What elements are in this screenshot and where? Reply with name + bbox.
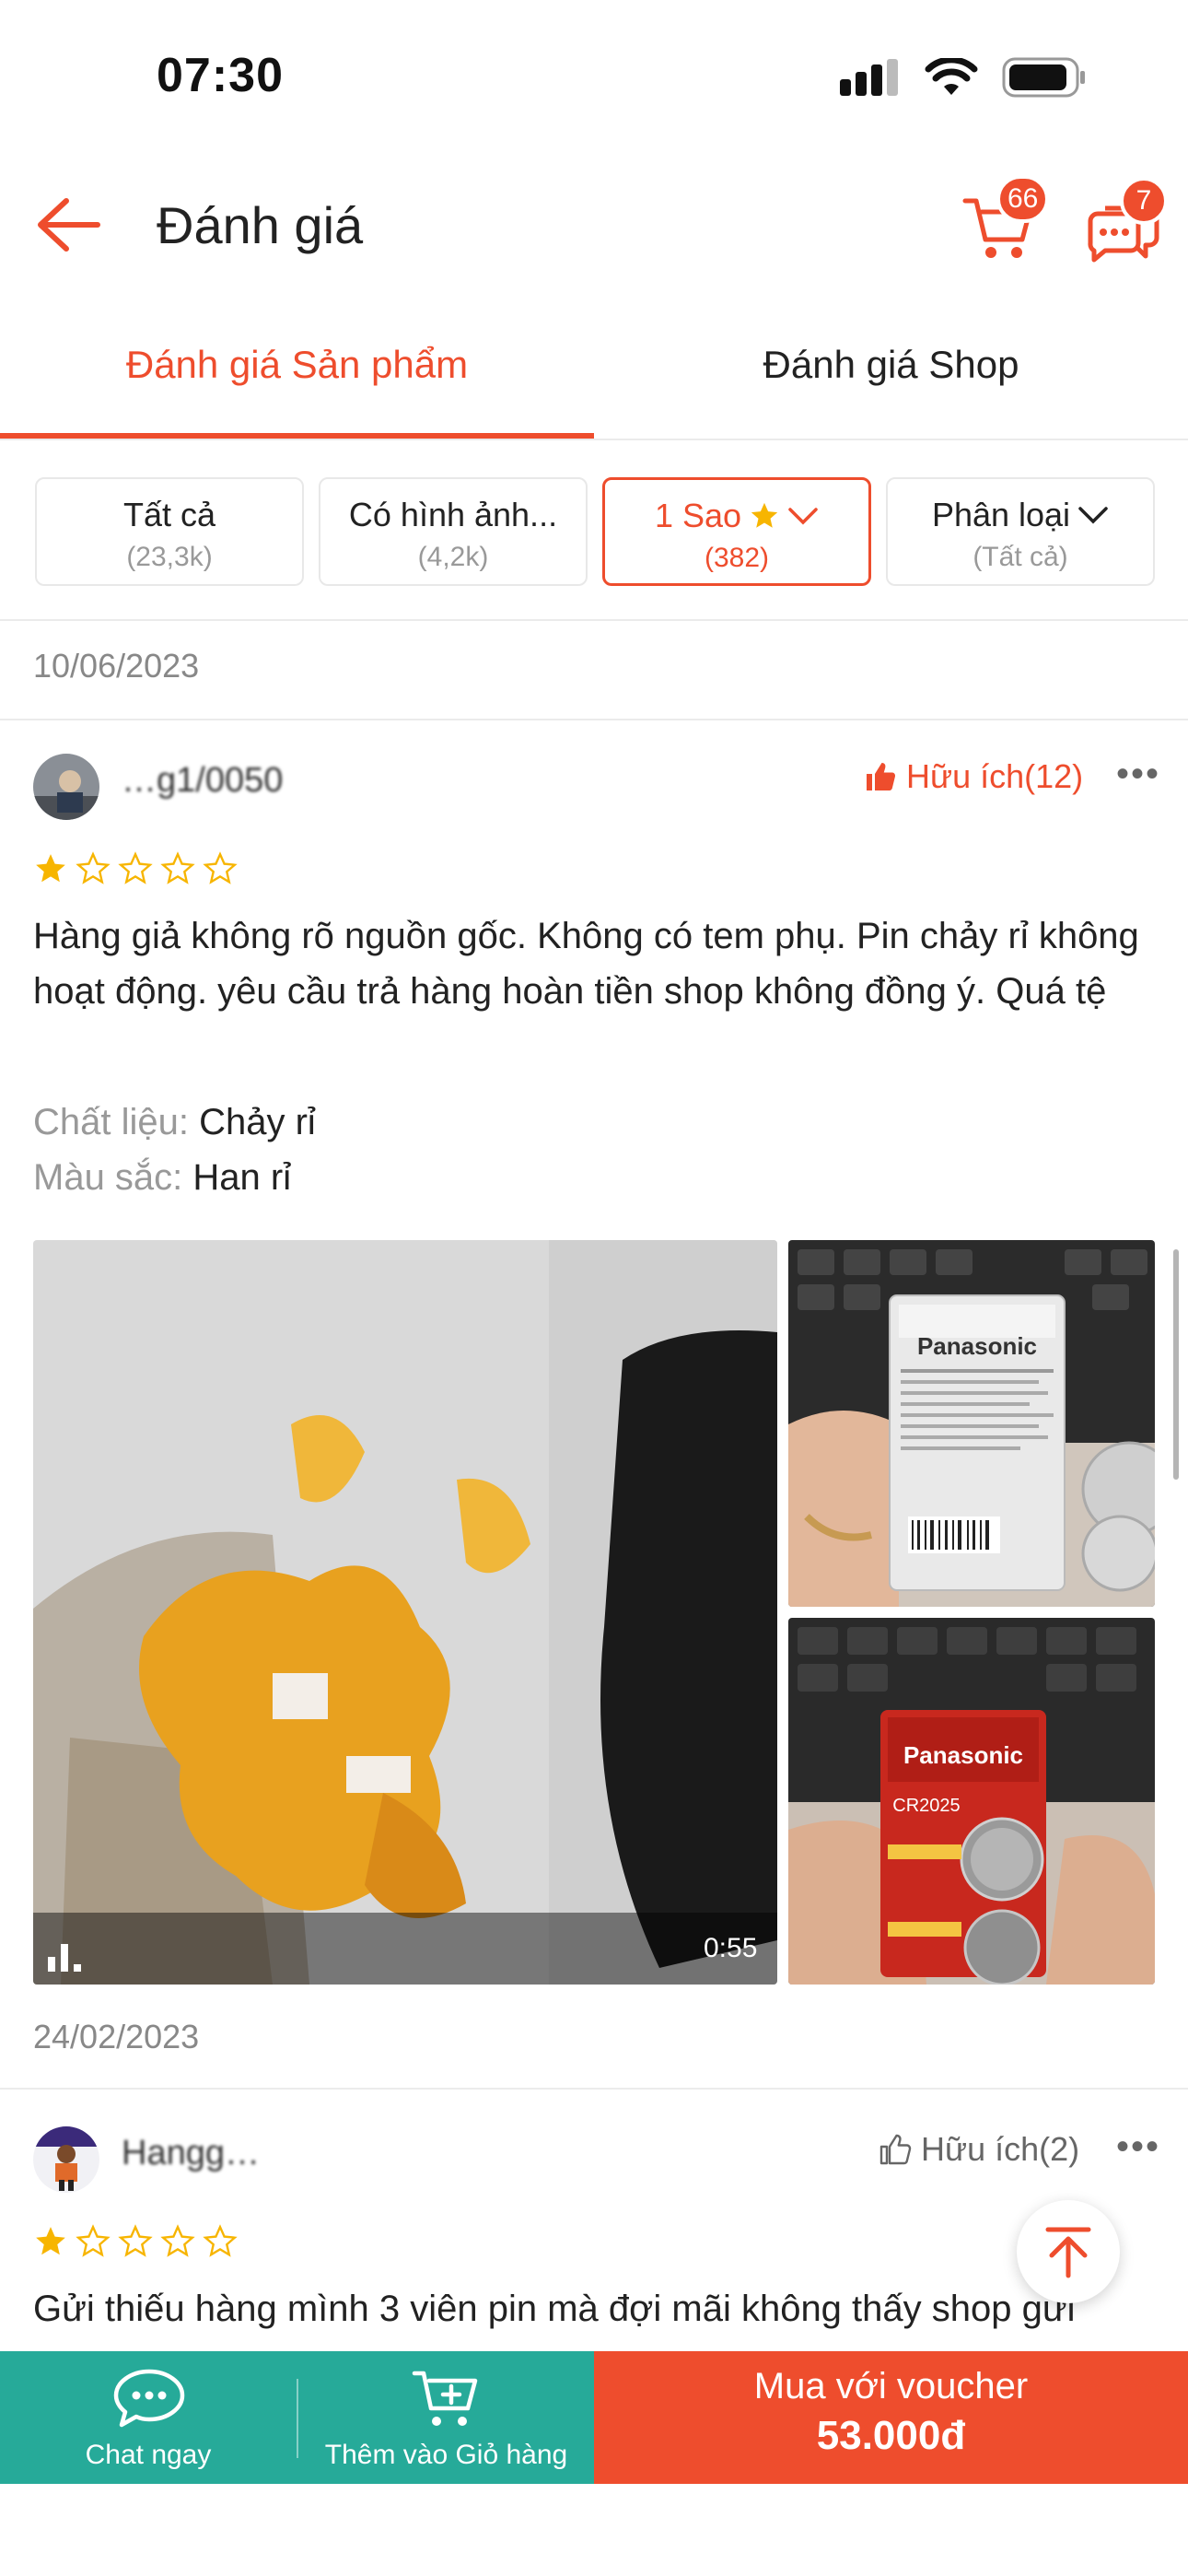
review-photo-2[interactable]: Panasonic CR2025 (788, 1618, 1155, 1985)
chat-now-label: Chat ngay (85, 2440, 212, 2470)
filter-variation-count: (Tất cả) (973, 542, 1068, 572)
filter-variation-label: Phân loại (931, 496, 1071, 533)
scrollbar[interactable] (1173, 1249, 1179, 1480)
attribute-material: Chất liệu: Chảy rỉ (33, 1102, 316, 1143)
star-empty-icon (118, 2224, 153, 2257)
add-to-cart-icon (412, 2371, 478, 2426)
add-to-cart-button[interactable]: Thêm vào Giỏ hàng (298, 2351, 594, 2484)
tabs-divider (0, 439, 1188, 440)
star-empty-icon (118, 851, 153, 884)
filter-images-count: (4,2k) (417, 542, 489, 572)
star-empty-icon (160, 851, 195, 884)
filters-divider (0, 619, 1188, 621)
star-empty-icon (76, 2224, 111, 2257)
battery-icon (1002, 57, 1085, 98)
review-video[interactable] (33, 1240, 777, 1985)
tab-shop-reviews[interactable]: Đánh giá Shop (594, 343, 1188, 387)
filter-all-count: (23,3k) (126, 542, 213, 572)
star-empty-icon (76, 851, 111, 884)
arrow-up-icon (1045, 2227, 1091, 2278)
rating-stars (33, 851, 238, 886)
thumbs-up-icon (867, 763, 896, 790)
tab-product-reviews[interactable]: Đánh giá Sản phẩm (0, 343, 594, 387)
thumbs-up-icon (879, 2134, 912, 2165)
date-divider (0, 719, 1188, 720)
buy-with-voucher-button[interactable]: Mua với voucher 53.000đ (594, 2351, 1188, 2484)
cart-badge: 66 (996, 175, 1050, 223)
attribute-key: Chất liệu: (33, 1102, 189, 1142)
buy-voucher-price: 53.000đ (816, 2413, 966, 2458)
chevron-down-icon (1078, 507, 1108, 524)
photo-brand-1: Panasonic (917, 1332, 1037, 1360)
attribute-value: Han rỉ (192, 1157, 292, 1198)
review-date: 10/06/2023 (33, 647, 200, 685)
chat-badge: 7 (1120, 177, 1168, 225)
page-title: Đánh giá (157, 196, 364, 254)
video-thumbnail (33, 1240, 777, 1985)
filter-with-images[interactable]: Có hình ảnh... (4,2k) (319, 477, 588, 586)
signal-icon (840, 59, 898, 96)
more-options-icon[interactable]: ••• (1116, 2126, 1160, 2168)
star-empty-icon (203, 2224, 238, 2257)
chevron-down-icon (788, 508, 818, 525)
review-date: 24/02/2023 (33, 2018, 200, 2055)
star-empty-icon (203, 851, 238, 884)
chat-bubble-icon (113, 2369, 185, 2428)
attribute-color: Màu sắc: Han rỉ (33, 1157, 291, 1199)
attribute-key: Màu sắc: (33, 1157, 183, 1198)
photo-panasonic-card: Panasonic (788, 1240, 1155, 1607)
filter-variation[interactable]: Phân loại (Tất cả) (886, 477, 1155, 586)
filter-images-label: Có hình ảnh... (348, 496, 558, 533)
filter-all-label: Tất cả (122, 496, 216, 533)
helpful-count: Hữu ích(2) (921, 2130, 1080, 2168)
username: …g1/0050 (122, 761, 284, 800)
helpful-count: Hữu ích(12) (906, 757, 1084, 795)
star-filled-icon (36, 2227, 65, 2255)
helpful-button[interactable]: Hữu ích(12) (864, 757, 1083, 796)
video-duration: 0:55 (704, 1933, 758, 1963)
username: Hangg… (122, 2134, 260, 2172)
chat-now-button[interactable]: Chat ngay (0, 2351, 297, 2484)
rating-stars (33, 2224, 238, 2259)
user-photo-icon (33, 2126, 99, 2193)
avatar[interactable] (33, 754, 99, 820)
photo-brand-2: Panasonic (903, 1741, 1023, 1769)
attribute-value: Chảy rỉ (199, 1102, 316, 1142)
photo-panasonic-cr2025: Panasonic CR2025 (788, 1618, 1155, 1985)
back-arrow-icon[interactable] (35, 195, 101, 254)
wifi-icon (925, 58, 978, 95)
photo-model: CR2025 (892, 1796, 960, 1816)
scroll-to-top-button[interactable] (1017, 2200, 1120, 2303)
buy-voucher-label: Mua với voucher (753, 2366, 1029, 2406)
avatar[interactable] (33, 2126, 99, 2193)
review-text: Hàng giả không rõ nguồn gốc. Không có te… (33, 916, 1139, 1012)
add-to-cart-label: Thêm vào Giỏ hàng (324, 2440, 568, 2470)
star-icon (751, 502, 778, 528)
status-time: 07:30 (157, 49, 284, 102)
helpful-button[interactable]: Hữu ích(2) (879, 2130, 1079, 2169)
filter-all[interactable]: Tất cả (23,3k) (35, 477, 304, 586)
filter-one-star[interactable]: 1 Sao (382) (602, 477, 871, 586)
user-photo-icon (33, 754, 99, 820)
reviews-screen: 07:30 Đánh giá 66 7 Đánh giá Sản phẩm Đá… (0, 0, 1188, 2576)
star-filled-icon (36, 854, 65, 883)
more-options-icon[interactable]: ••• (1116, 754, 1160, 795)
filter-star-count: (382) (704, 543, 770, 573)
filter-star-label: 1 Sao (654, 497, 742, 534)
status-icons (840, 57, 1087, 98)
review-photo-1[interactable]: Panasonic (788, 1240, 1155, 1607)
date-divider (0, 2088, 1188, 2090)
star-empty-icon (160, 2224, 195, 2257)
review-text: Gửi thiếu hàng mình 3 viên pin mà đợi mã… (33, 2289, 1076, 2329)
